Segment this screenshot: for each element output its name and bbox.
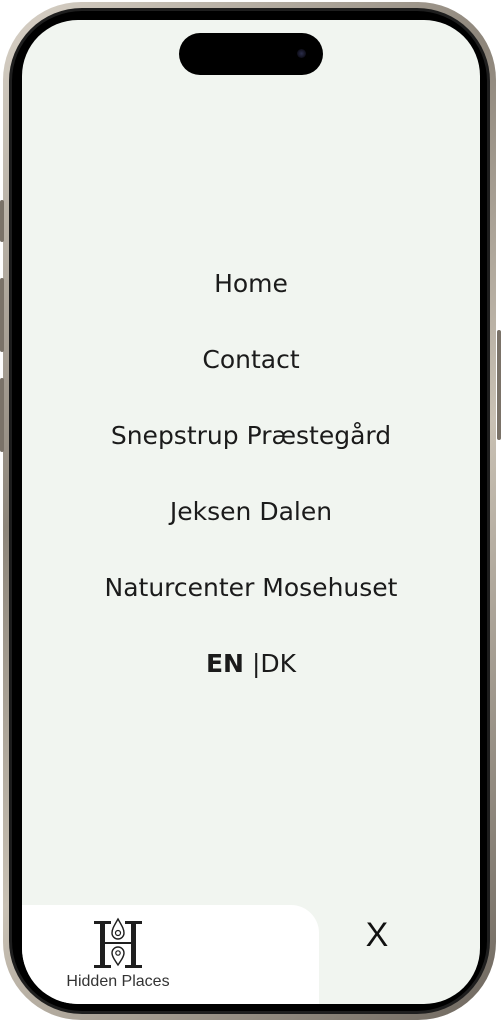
volume-down-button bbox=[0, 378, 4, 452]
action-button bbox=[0, 200, 4, 242]
side-button bbox=[497, 330, 501, 440]
menu-item-naturcenter-mosehuset[interactable]: Naturcenter Mosehuset bbox=[22, 566, 480, 642]
menu-item-contact[interactable]: Contact bbox=[22, 338, 480, 414]
h-location-pin-logo-icon[interactable] bbox=[92, 917, 144, 973]
menu-item-snepstrup-praestegaard[interactable]: Snepstrup Præstegård bbox=[22, 414, 480, 490]
volume-up-button bbox=[0, 278, 4, 352]
language-dk-link[interactable]: DK bbox=[260, 649, 296, 678]
camera-icon bbox=[297, 49, 306, 58]
close-menu-button[interactable]: X bbox=[352, 910, 402, 960]
brand-card: Hidden Places bbox=[22, 905, 319, 1004]
menu-item-jeksen-dalen[interactable]: Jeksen Dalen bbox=[22, 490, 480, 566]
navigation-menu: Home Contact Snepstrup Præstegård Jeksen… bbox=[22, 262, 480, 686]
language-en-link[interactable]: EN bbox=[206, 649, 244, 678]
language-switcher: EN |DK bbox=[22, 642, 480, 686]
brand-name: Hidden Places bbox=[66, 973, 170, 990]
dynamic-island bbox=[179, 33, 323, 75]
screen: Home Contact Snepstrup Præstegård Jeksen… bbox=[22, 20, 480, 1004]
menu-item-home[interactable]: Home bbox=[22, 262, 480, 338]
